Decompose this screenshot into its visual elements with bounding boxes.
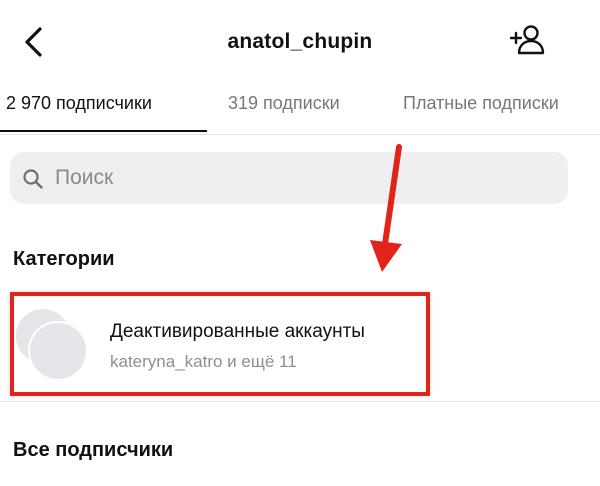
category-item-deactivated-accounts[interactable]: Деактивированные аккаунты kateryna_katro… — [0, 290, 600, 400]
search-placeholder: Поиск — [55, 166, 114, 189]
add-person-icon — [509, 25, 545, 55]
categories-heading: Категории — [13, 248, 115, 270]
tab-paid-subscriptions[interactable]: Платные подписки — [403, 93, 559, 114]
row-divider — [0, 401, 600, 402]
all-followers-heading: Все подписчики — [13, 439, 174, 461]
tab-followers[interactable]: 2 970 подписчики — [6, 93, 152, 114]
category-subtitle: kateryna_katro и ещё 11 — [110, 352, 297, 371]
tabs-bar: 2 970 подписчики 319 подписки Платные по… — [0, 84, 600, 136]
tabs-divider — [0, 134, 600, 135]
category-name: Деактивированные аккаунты — [110, 321, 365, 342]
avatar — [28, 321, 88, 381]
search-icon — [23, 169, 43, 189]
add-person-button[interactable] — [505, 22, 549, 58]
tab-following[interactable]: 319 подписки — [228, 93, 340, 114]
tabs-fade — [580, 84, 600, 132]
header: anatol_chupin — [0, 0, 600, 84]
active-tab-indicator — [0, 130, 207, 132]
search-input[interactable]: Поиск — [10, 152, 568, 204]
